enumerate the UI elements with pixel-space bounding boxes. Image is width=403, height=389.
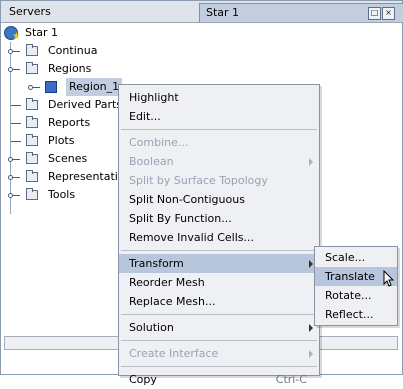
context-menu: Highlight Edit... Combine... Boolean Spl… [118,84,320,386]
tree-item-tools[interactable]: Tools [0,186,120,204]
menu-item-replace-mesh[interactable]: Replace Mesh... [119,292,319,311]
tree-item-label: Representations [48,170,120,183]
tree-item-reports[interactable]: Reports [0,114,120,132]
mouse-cursor-icon [383,270,395,287]
tree-item-derived-parts[interactable]: Derived Parts [0,96,123,114]
shortcut-label: Ctrl-C [275,373,307,386]
folder-icon [26,116,38,128]
menu-item-create-interface: Create Interface [119,344,319,363]
submenu-arrow-icon [309,324,313,332]
folder-icon [26,188,38,200]
tree-item-label: Regions [48,62,92,75]
folder-icon [26,44,38,56]
menu-separator [121,129,317,130]
tree-item-label: Plots [48,134,75,147]
submenu-item-rotate[interactable]: Rotate... [315,286,397,305]
menu-item-edit[interactable]: Edit... [119,107,319,126]
menu-item-boolean: Boolean [119,152,319,171]
tree-item-label: Derived Parts [48,98,123,111]
menu-item-copy[interactable]: Copy Ctrl-C [119,370,319,389]
menu-item-transform[interactable]: Transform [119,254,319,273]
submenu-arrow-icon [309,350,313,358]
submenu-item-reflect[interactable]: Reflect... [315,305,397,324]
menu-separator [121,340,317,341]
folder-icon [26,152,38,164]
tree-item-representations[interactable]: Representations [0,168,120,186]
tree-item-regions[interactable]: Regions [0,60,120,78]
menu-separator [121,366,317,367]
folder-icon [26,134,38,146]
tree-root[interactable]: ★ Star 1 [0,24,120,42]
region-icon [45,81,57,93]
tree-item-continua[interactable]: Continua [0,42,120,60]
submenu-item-scale[interactable]: Scale... [315,248,397,267]
tab-star1-label: Star 1 [206,6,240,19]
close-icon[interactable]: × [382,7,395,20]
tree-item-label: Reports [48,116,91,129]
star-icon: ★ [12,31,21,42]
tree-item-plots[interactable]: Plots [0,132,120,150]
tree-item-region-1[interactable]: Region_1 [0,78,124,96]
submenu-arrow-icon [309,158,313,166]
menu-item-split-non-contiguous[interactable]: Split Non-Contiguous [119,190,319,209]
menu-separator [121,314,317,315]
tab-star1[interactable]: Star 1 □ × [199,3,403,22]
menu-item-reorder-mesh[interactable]: Reorder Mesh [119,273,319,292]
submenu-arrow-icon [309,260,313,268]
menu-item-solution[interactable]: Solution [119,318,319,337]
folder-icon [26,62,38,74]
menu-separator [121,250,317,251]
menu-item-remove-invalid-cells[interactable]: Remove Invalid Cells... [119,228,319,247]
tree-item-scenes[interactable]: Scenes [0,150,120,168]
tree-item-label: Region_1 [66,78,123,96]
menu-item-highlight[interactable]: Highlight [119,88,319,107]
tab-bar: Servers Star 1 □ × [1,1,403,23]
folder-icon [26,98,38,110]
tab-servers[interactable]: Servers [3,3,57,21]
folder-icon [26,170,38,182]
tree-item-label: Tools [48,188,76,201]
tree-item-label: Scenes [48,152,88,165]
menu-item-split-surface-topology: Split by Surface Topology [129,174,268,187]
menu-item-split-by-function[interactable]: Split By Function... [119,209,319,228]
minimize-icon[interactable]: □ [368,7,381,20]
menu-item-combine: Combine... [129,136,189,149]
tree-item-label: Continua [48,44,98,57]
tree-root-label: Star 1 [25,26,59,39]
